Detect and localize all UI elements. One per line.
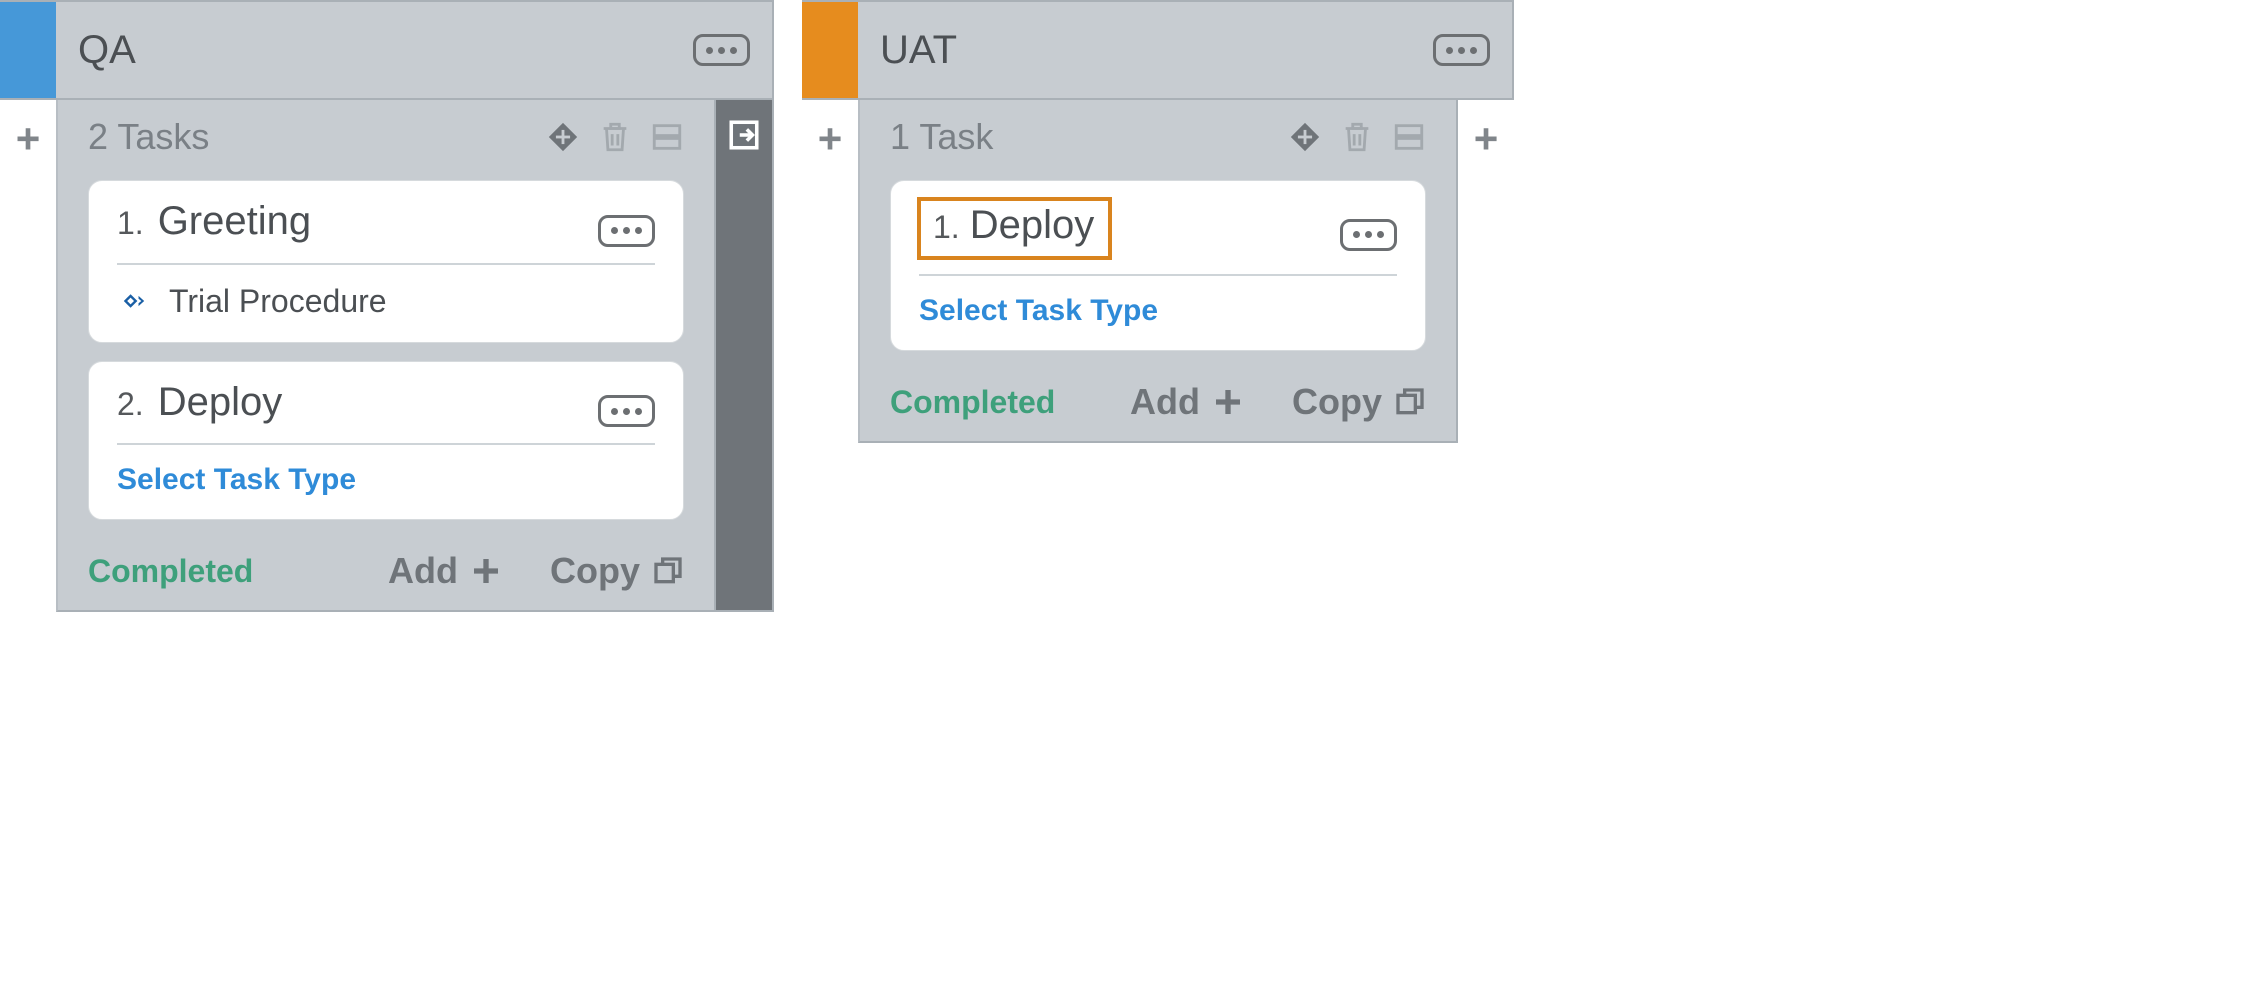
- procedure-icon: [117, 284, 151, 318]
- column-qa: QA + 2 Tasks: [0, 0, 774, 612]
- copy-icon: [652, 555, 684, 587]
- select-task-type-link[interactable]: Select Task Type: [117, 463, 356, 496]
- procedure-label: Trial Procedure: [169, 283, 387, 320]
- column-menu[interactable]: [693, 2, 772, 98]
- add-label: Add: [388, 550, 458, 592]
- plus-icon[interactable]: +: [818, 118, 843, 160]
- list-view-icon[interactable]: [650, 120, 684, 154]
- copy-label: Copy: [550, 550, 640, 592]
- export-icon: [727, 118, 761, 152]
- task-header: 2. Deploy: [117, 380, 655, 446]
- plus-icon[interactable]: +: [1474, 118, 1499, 160]
- plus-icon: [1212, 386, 1244, 418]
- add-right-handle[interactable]: +: [1458, 100, 1514, 160]
- task-body: Select Task Type: [117, 445, 655, 497]
- ellipsis-icon[interactable]: [1340, 219, 1397, 251]
- column-body: + 1 Task: [802, 100, 1514, 443]
- add-label: Add: [1130, 381, 1200, 423]
- column-accent: [0, 2, 56, 98]
- tasks-panel: 2 Tasks 1. Greeting: [56, 100, 716, 612]
- column-accent: [802, 2, 858, 98]
- task-header: 1. Greeting: [117, 199, 655, 265]
- ellipsis-icon[interactable]: [598, 395, 655, 427]
- ellipsis-icon[interactable]: [1433, 34, 1490, 66]
- list-view-icon[interactable]: [1392, 120, 1426, 154]
- add-button[interactable]: Add: [388, 550, 502, 592]
- panel-footer: Completed Add Copy: [58, 538, 714, 598]
- add-left-handle[interactable]: +: [802, 100, 858, 160]
- task-count: 1 Task: [890, 116, 1288, 158]
- task-card[interactable]: 1. Greeting Trial Procedure: [88, 180, 684, 343]
- plus-icon[interactable]: +: [16, 118, 41, 160]
- completed-label[interactable]: Completed: [88, 553, 253, 590]
- panel-toolbar: 2 Tasks: [58, 100, 714, 170]
- column-header: UAT: [802, 0, 1514, 100]
- task-body: Select Task Type: [919, 276, 1397, 328]
- add-task-icon[interactable]: [546, 120, 580, 154]
- ellipsis-icon[interactable]: [693, 34, 750, 66]
- task-card[interactable]: 2. Deploy Select Task Type: [88, 361, 684, 521]
- plus-icon: [470, 555, 502, 587]
- export-tray[interactable]: [716, 100, 774, 612]
- tasks-panel: 1 Task 1. 1.D: [858, 100, 1458, 443]
- task-number: 2.: [117, 386, 144, 423]
- copy-icon: [1394, 386, 1426, 418]
- select-task-type-link[interactable]: Select Task Type: [919, 294, 1158, 327]
- completed-label[interactable]: Completed: [890, 384, 1055, 421]
- add-task-icon[interactable]: [1288, 120, 1322, 154]
- copy-label: Copy: [1292, 381, 1382, 423]
- add-button[interactable]: Add: [1130, 381, 1244, 423]
- column-title: QA: [56, 2, 693, 98]
- ellipsis-icon[interactable]: [598, 215, 655, 247]
- add-left-handle[interactable]: +: [0, 100, 56, 160]
- task-name[interactable]: Greeting: [158, 199, 598, 244]
- task-number: 1.: [117, 205, 144, 242]
- trash-icon[interactable]: [598, 120, 632, 154]
- column-title: UAT: [858, 2, 1433, 98]
- panel-icons: [1288, 120, 1426, 154]
- panel-toolbar: 1 Task: [860, 100, 1456, 170]
- panel-icons: [546, 120, 684, 154]
- task-body[interactable]: Trial Procedure: [117, 265, 655, 320]
- copy-button[interactable]: Copy: [550, 550, 684, 592]
- trash-icon[interactable]: [1340, 120, 1374, 154]
- column-body: + 2 Tasks: [0, 100, 774, 612]
- task-name[interactable]: 1.Deploy: [919, 199, 1110, 258]
- task-number-inline: 1.: [933, 209, 960, 245]
- copy-button[interactable]: Copy: [1292, 381, 1426, 423]
- column-header: QA: [0, 0, 774, 100]
- task-count: 2 Tasks: [88, 116, 546, 158]
- column-uat: UAT + 1 Task: [802, 0, 1514, 612]
- task-name[interactable]: Deploy: [158, 380, 598, 425]
- task-header: 1. 1.Deploy: [919, 199, 1397, 276]
- column-menu[interactable]: [1433, 2, 1512, 98]
- task-card[interactable]: 1. 1.Deploy Select Task Type: [890, 180, 1426, 351]
- panel-footer: Completed Add Copy: [860, 369, 1456, 429]
